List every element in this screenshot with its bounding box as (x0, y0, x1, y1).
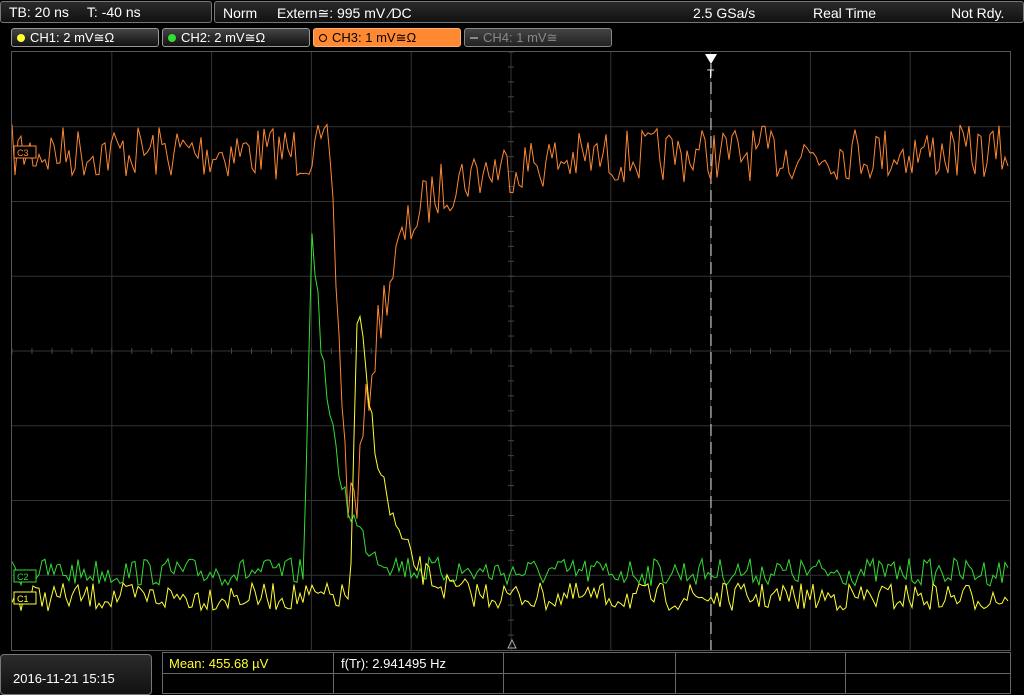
tab-ch4[interactable]: CH4: 1 mV≅ (464, 28, 612, 47)
bottom-bar: 2016-11-21 15:15 Mean: 455.68 µV f(Tr): … (0, 652, 1024, 695)
acquisition-box[interactable]: Norm Extern≅: 995 mV ⁄DC 2.5 GSa/s Real … (214, 1, 1024, 23)
tab-ch1[interactable]: CH1: 2 mV≅Ω (11, 28, 159, 47)
tab-ch3[interactable]: CH3: 1 mV≅Ω (313, 28, 461, 47)
timebase-box[interactable]: TB: 20 ns T: -40 ns (0, 1, 212, 23)
datetime-box: 2016-11-21 15:15 (0, 654, 152, 695)
ch2-marker-text: C2 (17, 572, 29, 582)
waveform-svg: C3 C2 C1 T (12, 52, 1010, 650)
ch2-trace (12, 233, 1009, 587)
realtime-label: Real Time (813, 5, 877, 21)
ch4-off-icon (470, 36, 478, 39)
ch1-dot-icon (17, 33, 25, 42)
trigger-marker-text: T (707, 67, 715, 81)
traces (12, 123, 1009, 612)
tab-ch2[interactable]: CH2: 2 mV≅Ω (162, 28, 310, 47)
ch4-label: CH4: 1 mV≅ (483, 29, 558, 45)
center-marker-icon (507, 638, 517, 649)
channel-tabs: CH1: 2 mV≅Ω CH2: 2 mV≅Ω CH3: 1 mV≅Ω CH4:… (0, 28, 1024, 48)
trigger-offset-label: T: -40 ns (86, 4, 141, 20)
ch1-marker-text: C1 (17, 594, 29, 604)
waveform-display[interactable]: C3 C2 C1 T (11, 51, 1011, 651)
measurement-table[interactable]: Mean: 455.68 µV f(Tr): 2.941495 Hz (162, 652, 1011, 694)
meas-row-divider (163, 673, 1010, 674)
run-status: Not Rdy. (951, 5, 1005, 21)
acq-mode: Norm (223, 5, 258, 21)
ch3-label: CH3: 1 mV≅Ω (332, 29, 417, 45)
ch2-dot-icon (168, 33, 176, 42)
mean-measurement: Mean: 455.68 µV (169, 655, 269, 671)
sample-rate: 2.5 GSa/s (693, 5, 756, 21)
top-status-bar: TB: 20 ns T: -40 ns Norm Extern≅: 995 mV… (0, 0, 1024, 24)
ch1-label: CH1: 2 mV≅Ω (30, 29, 115, 45)
datetime-label: 2016-11-21 15:15 (13, 671, 115, 686)
freq-measurement: f(Tr): 2.941495 Hz (341, 655, 447, 671)
ch3-marker-text: C3 (17, 148, 29, 158)
trigger-position-icon[interactable] (705, 54, 717, 64)
ch2-label: CH2: 2 mV≅Ω (181, 29, 266, 45)
ch3-dot-icon (319, 33, 327, 42)
trigger-source: Extern≅: 995 mV ⁄DC (277, 5, 412, 21)
timebase-label: TB: 20 ns (9, 4, 69, 20)
